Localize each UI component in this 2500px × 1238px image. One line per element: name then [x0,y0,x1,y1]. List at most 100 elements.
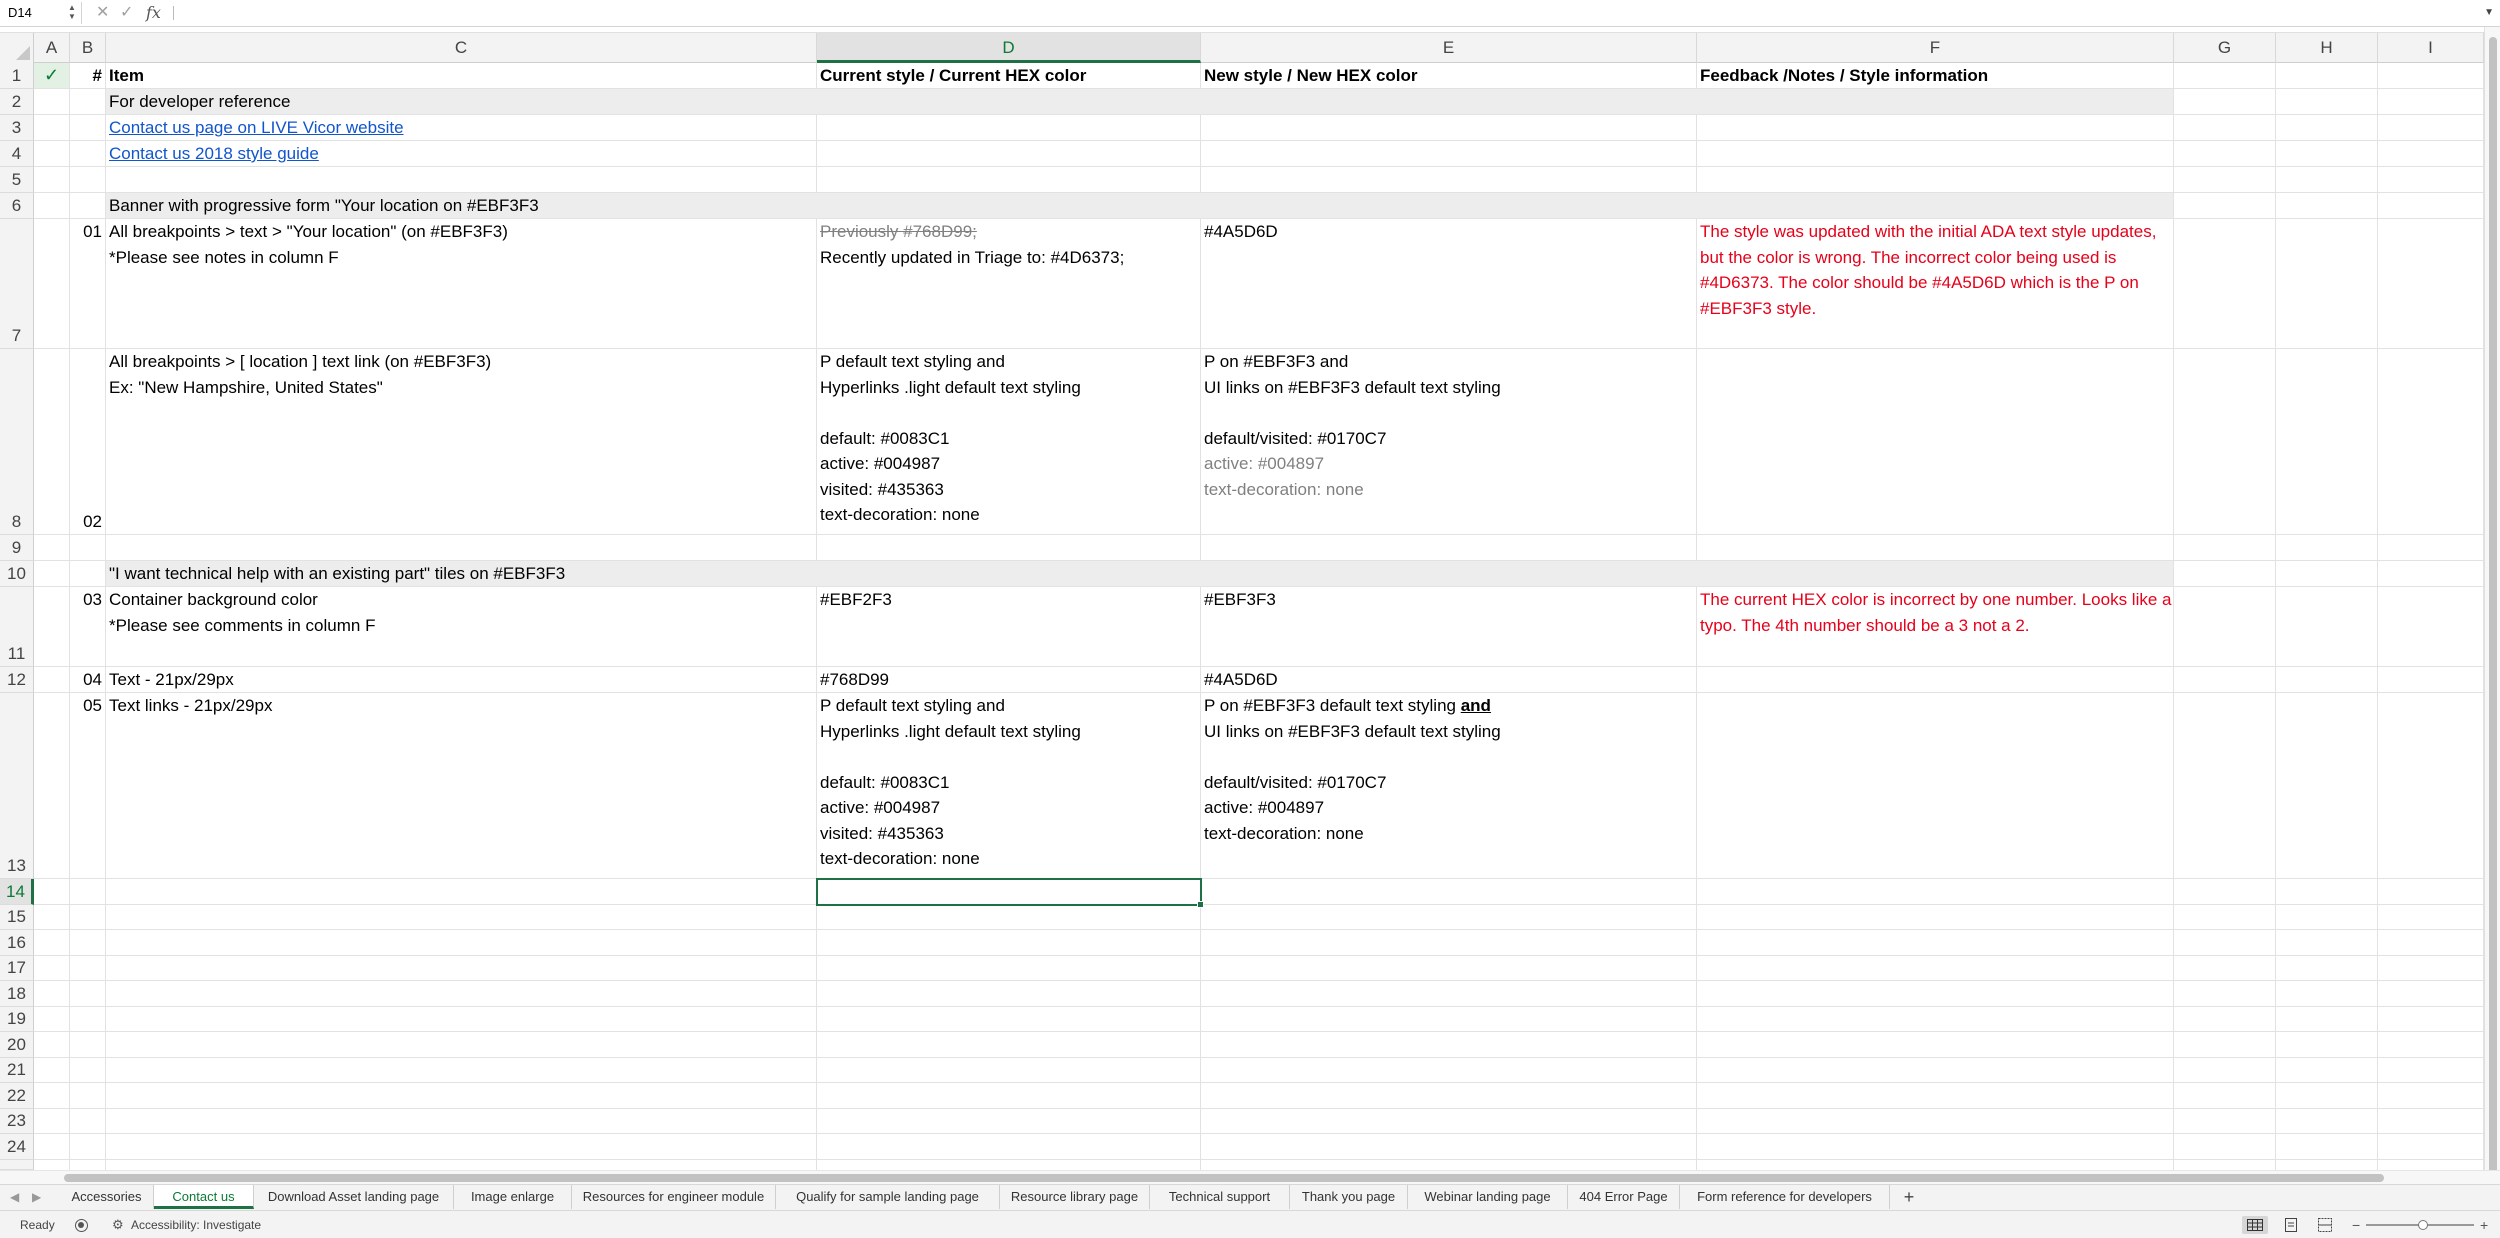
horizontal-scrollbar[interactable] [0,1170,2500,1184]
section-technical-help-tiles[interactable]: "I want technical help with an existing … [106,561,2174,587]
cell-e22[interactable] [1201,1083,1697,1109]
cell-b16[interactable] [70,930,106,956]
cell-i22[interactable] [2378,1083,2484,1109]
cell-d25[interactable] [817,1160,1201,1170]
cell-a19[interactable] [34,1007,70,1032]
zoom-in-button[interactable]: + [2480,1211,2488,1238]
cell-h19[interactable] [2276,1007,2378,1032]
cell-i18[interactable] [2378,981,2484,1007]
cell-a17[interactable] [34,956,70,981]
cell-e17[interactable] [1201,956,1697,981]
cell-a7[interactable] [34,219,70,349]
cell-b4[interactable] [70,141,106,167]
cell-i10[interactable] [2378,561,2484,587]
tab-scroll-right-icon[interactable]: ▶ [32,1185,41,1209]
tab-scroll-left-icon[interactable]: ◀ [10,1185,19,1209]
cell-g25[interactable] [2174,1160,2276,1170]
column-header-c[interactable]: C [106,33,817,63]
cell-d19[interactable] [817,1007,1201,1032]
cell-d3[interactable] [817,115,1201,141]
row-header-5[interactable]: 5 [0,167,34,193]
page-break-view-icon[interactable] [2312,1216,2338,1234]
cell-d4[interactable] [817,141,1201,167]
cell-a22[interactable] [34,1083,70,1109]
cell-h9[interactable] [2276,535,2378,561]
row-header-10[interactable]: 10 [0,561,34,587]
macro-record-icon[interactable] [75,1219,88,1232]
cell-e21[interactable] [1201,1058,1697,1083]
cell-c8[interactable]: All breakpoints > [ location ] text link… [106,349,817,535]
cell-d18[interactable] [817,981,1201,1007]
cell-h25[interactable] [2276,1160,2378,1170]
row-header-9[interactable]: 9 [0,535,34,561]
cell-h14[interactable] [2276,879,2378,905]
cell-h23[interactable] [2276,1109,2378,1134]
sheet-tab-technical-support[interactable]: Technical support [1150,1185,1290,1209]
link-live-contact-page[interactable]: Contact us page on LIVE Vicor website [106,115,817,141]
cell-b18[interactable] [70,981,106,1007]
select-all-corner[interactable] [0,33,34,63]
cell-f15[interactable] [1697,905,2174,930]
cell-b21[interactable] [70,1058,106,1083]
cell-b25[interactable] [70,1160,106,1170]
cell-b20[interactable] [70,1032,106,1058]
cell-b10[interactable] [70,561,106,587]
cell-d13[interactable]: P default text styling and Hyperlinks .l… [817,693,1201,879]
sheet-tab-accessories[interactable]: Accessories [60,1185,154,1209]
cell-g9[interactable] [2174,535,2276,561]
cell-c7[interactable]: All breakpoints > text > "Your location"… [106,219,817,349]
cell-i14[interactable] [2378,879,2484,905]
cell-e15[interactable] [1201,905,1697,930]
cell-e11[interactable]: #EBF3F3 [1201,587,1697,667]
cell-c23[interactable] [106,1109,817,1134]
cell-a2[interactable] [34,89,70,115]
cell-a10[interactable] [34,561,70,587]
cell-i8[interactable] [2378,349,2484,535]
cell-a14[interactable] [34,879,70,905]
cell-f23[interactable] [1697,1109,2174,1134]
cell-f12[interactable] [1697,667,2174,693]
row-header-20[interactable]: 20 [0,1032,34,1058]
cell-a18[interactable] [34,981,70,1007]
cell-i7[interactable] [2378,219,2484,349]
formula-input[interactable] [180,3,2460,23]
cell-f3[interactable] [1697,115,2174,141]
cell-i16[interactable] [2378,930,2484,956]
cell-a11[interactable] [34,587,70,667]
page-layout-view-icon[interactable] [2278,1216,2304,1234]
cell-b3[interactable] [70,115,106,141]
cell-e5[interactable] [1201,167,1697,193]
cell-f20[interactable] [1697,1032,2174,1058]
item-number[interactable]: 01 [70,219,106,349]
cell-i13[interactable] [2378,693,2484,879]
cancel-icon[interactable]: ✕ [96,2,109,24]
cell-f13[interactable] [1697,693,2174,879]
cell-c16[interactable] [106,930,817,956]
cell-h13[interactable] [2276,693,2378,879]
cell-h21[interactable] [2276,1058,2378,1083]
cell-i9[interactable] [2378,535,2484,561]
cell-a12[interactable] [34,667,70,693]
cell-g2[interactable] [2174,89,2276,115]
fill-handle[interactable] [1197,901,1204,908]
cell-e1[interactable]: New style / New HEX color [1201,63,1697,89]
cell-i5[interactable] [2378,167,2484,193]
sheet-tab-qualify-sample[interactable]: Qualify for sample landing page [776,1185,1000,1209]
cell-e12[interactable]: #4A5D6D [1201,667,1697,693]
cell-d5[interactable] [817,167,1201,193]
cell-d11[interactable]: #EBF2F3 [817,587,1201,667]
row-header-14[interactable]: 14 [0,879,34,905]
cell-e4[interactable] [1201,141,1697,167]
cell-c24[interactable] [106,1134,817,1160]
cell-g19[interactable] [2174,1007,2276,1032]
cell-c19[interactable] [106,1007,817,1032]
row-header-3[interactable]: 3 [0,115,34,141]
cell-d9[interactable] [817,535,1201,561]
column-header-i[interactable]: I [2378,33,2484,63]
cell-b14[interactable] [70,879,106,905]
cell-e25[interactable] [1201,1160,1697,1170]
cell-e13[interactable]: P on #EBF3F3 default text styling and UI … [1201,693,1697,879]
cell-f18[interactable] [1697,981,2174,1007]
column-header-a[interactable]: A [34,33,70,63]
cell-c21[interactable] [106,1058,817,1083]
